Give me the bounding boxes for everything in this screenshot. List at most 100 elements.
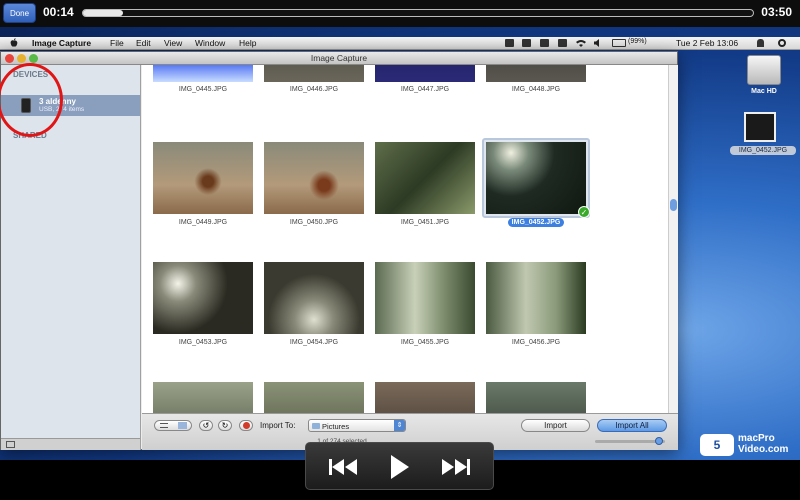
thumbnail[interactable]: IMG_0447.JPG xyxy=(375,65,475,93)
file-label: IMG_0452.JPG xyxy=(730,146,796,155)
apple-icon[interactable] xyxy=(10,38,18,48)
view-mode-toggle[interactable] xyxy=(154,420,192,431)
rewind-icon[interactable] xyxy=(328,458,358,476)
photo xyxy=(153,142,253,214)
thumbnail-selected[interactable]: ✓ IMG_0452.JPG xyxy=(486,142,590,227)
import-destination-value: Pictures xyxy=(322,422,350,431)
mac-menubar: Image Capture File Edit View Window Help… xyxy=(0,37,800,50)
thumbnail-label: IMG_0454.JPG xyxy=(289,339,339,346)
photo xyxy=(264,142,364,214)
menu-help[interactable]: Help xyxy=(239,38,256,48)
menubar-clock[interactable]: Tue 2 Feb 13:06 xyxy=(676,38,738,48)
photo xyxy=(486,262,586,334)
thumbnail[interactable]: IMG_0451.JPG xyxy=(375,142,475,226)
spotlight-icon[interactable] xyxy=(778,39,786,47)
battery-icon[interactable] xyxy=(612,39,626,47)
grid-view-icon[interactable] xyxy=(178,422,187,429)
menu-view[interactable]: View xyxy=(164,38,182,48)
elapsed-time: 00:14 xyxy=(43,5,74,19)
delete-button[interactable] xyxy=(239,420,253,431)
photo xyxy=(264,382,364,413)
rotate-left-button[interactable]: ↺ xyxy=(199,420,213,431)
logo-line2: Video.com xyxy=(738,444,789,455)
thumbnail-label: IMG_0456.JPG xyxy=(511,339,561,346)
fast-forward-icon[interactable] xyxy=(441,458,471,476)
zoom-button[interactable] xyxy=(29,54,38,63)
volume-icon[interactable] xyxy=(594,39,603,47)
hard-drive-icon xyxy=(747,55,781,85)
import-button[interactable]: Import xyxy=(521,419,590,432)
desktop-icon-hd[interactable]: Mac HD xyxy=(735,55,793,101)
thumbnail[interactable]: IMG_0455.JPG xyxy=(375,262,475,346)
thumbnail-label: IMG_0451.JPG xyxy=(400,219,450,226)
total-time: 03:50 xyxy=(761,5,792,19)
thumbnail-grid: IMG_0445.JPG IMG_0446.JPG IMG_0447.JPG I… xyxy=(142,65,668,413)
thumbnail-label: IMG_0450.JPG xyxy=(289,219,339,226)
thumbnail[interactable] xyxy=(486,382,586,413)
thumbnail-label: IMG_0455.JPG xyxy=(400,339,450,346)
sidebar-footer xyxy=(1,438,140,450)
thumbnail[interactable] xyxy=(153,382,253,413)
desktop-icon-file[interactable]: IMG_0452.JPG xyxy=(730,112,796,162)
window-title: Image Capture xyxy=(310,53,368,63)
thumbnail[interactable]: IMG_0445.JPG xyxy=(153,65,253,93)
menu-window[interactable]: Window xyxy=(195,38,225,48)
photo xyxy=(153,382,253,413)
sync-icon[interactable] xyxy=(540,39,549,47)
slider-knob[interactable] xyxy=(655,437,663,445)
logo-mark: 5 xyxy=(700,434,734,456)
image-file-icon xyxy=(744,112,776,142)
mac-desktop: Image Capture File Edit View Window Help… xyxy=(0,27,800,460)
scrollbar-thumb[interactable] xyxy=(670,199,677,211)
list-view-icon[interactable] xyxy=(160,423,168,428)
delete-icon xyxy=(243,422,250,429)
thumbnail[interactable]: IMG_0456.JPG xyxy=(486,262,586,346)
close-button[interactable] xyxy=(5,54,14,63)
thumbnail[interactable]: IMG_0450.JPG xyxy=(264,142,364,226)
thumbnail[interactable] xyxy=(375,382,475,413)
play-icon[interactable] xyxy=(390,454,410,480)
video-scrubber[interactable] xyxy=(82,9,754,17)
rotate-right-button[interactable]: ↻ xyxy=(218,420,232,431)
import-destination-select[interactable]: Pictures ⇕ xyxy=(308,419,406,432)
thumbnail-size-slider[interactable] xyxy=(595,437,665,445)
photo xyxy=(486,65,586,82)
thumbnail[interactable] xyxy=(264,382,364,413)
thumbnail-label: IMG_0447.JPG xyxy=(400,86,450,93)
vertical-scrollbar[interactable] xyxy=(668,65,678,413)
battery-percent: (99%) xyxy=(628,38,647,45)
photo xyxy=(153,65,253,82)
thumbnail[interactable]: IMG_0453.JPG xyxy=(153,262,253,346)
photo xyxy=(375,65,475,82)
checkmark-icon: ✓ xyxy=(578,206,590,218)
video-top-bar: Done 00:14 03:50 xyxy=(0,0,800,27)
menu-file[interactable]: File xyxy=(110,38,124,48)
thumbnail[interactable]: IMG_0449.JPG xyxy=(153,142,253,226)
thumbnail[interactable]: IMG_0448.JPG xyxy=(486,65,586,93)
photo xyxy=(486,382,586,413)
import-all-button[interactable]: Import All xyxy=(597,419,667,432)
photo xyxy=(375,382,475,413)
menu-extra-icon[interactable] xyxy=(505,39,514,47)
bluetooth-icon[interactable] xyxy=(558,39,567,47)
photo xyxy=(486,142,586,214)
playback-controls xyxy=(305,442,494,490)
device-settings-icon[interactable] xyxy=(6,441,15,448)
photo xyxy=(375,262,475,334)
window-titlebar[interactable]: Image Capture xyxy=(1,52,677,65)
minimize-button[interactable] xyxy=(17,54,26,63)
thumbnail-label: IMG_0445.JPG xyxy=(178,86,228,93)
clock-icon[interactable] xyxy=(522,39,531,47)
folder-icon xyxy=(312,423,320,429)
thumbnail[interactable]: IMG_0446.JPG xyxy=(264,65,364,93)
menu-edit[interactable]: Edit xyxy=(136,38,151,48)
logo-text: macPro Video.com xyxy=(738,433,788,455)
user-icon[interactable] xyxy=(757,39,764,47)
thumbnail-label: IMG_0449.JPG xyxy=(178,219,228,226)
import-to-label: Import To: xyxy=(260,421,296,430)
menu-image-capture[interactable]: Image Capture xyxy=(32,38,91,48)
wifi-icon[interactable] xyxy=(576,39,586,47)
thumbnail[interactable]: IMG_0454.JPG xyxy=(264,262,364,346)
done-button[interactable]: Done xyxy=(3,3,36,23)
scrubber-progress xyxy=(83,10,124,16)
